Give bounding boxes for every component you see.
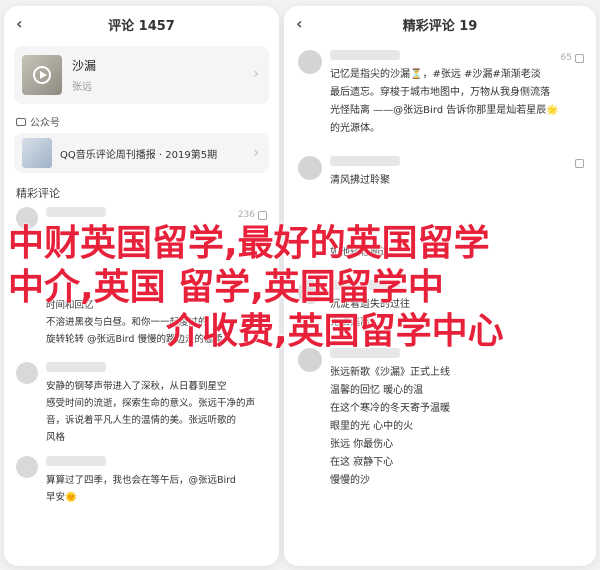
username-blurred xyxy=(330,348,400,358)
article-thumbnail xyxy=(22,138,52,168)
chevron-right-icon: › xyxy=(253,66,259,82)
comment-item: 沉淀着遗失的过往 无法逃离 xyxy=(284,280,596,332)
thumbs-up-icon xyxy=(575,53,584,63)
article-card[interactable]: QQ音乐评论周刊播报 · 2019第5期 › xyxy=(14,133,269,173)
nav-title: 精彩评论 19 xyxy=(402,18,478,34)
username-blurred xyxy=(46,456,106,466)
comment-item: 65 记忆是指尖的沙漏⏳，#张远 #沙漏#渐渐老淡 最后遗忘。穿梭于城市地图中，… xyxy=(284,50,596,138)
username-blurred xyxy=(46,362,106,372)
comment-text: 安静的钢琴声带进入了深秋，从日暮到星空 感受时间的流逝，探索生命的意义。张远干净… xyxy=(46,381,256,443)
comment-text: 张远新歌《沙漏》正式上线 温馨的回忆 暖心的温 在这个寒冷的冬天寄予温暖 眼里的… xyxy=(330,367,450,486)
chevron-right-icon: › xyxy=(253,145,259,161)
comment-text: 记忆是指尖的沙漏⏳，#张远 #沙漏#渐渐老淡 最后遗忘。穿梭于城市地图中，万物从… xyxy=(330,69,559,134)
back-icon[interactable]: ‹ xyxy=(16,15,30,33)
like-button[interactable] xyxy=(572,159,584,168)
comment-item: 清风拂过聆聚 如他轻轻刷过 xyxy=(284,156,596,262)
avatar[interactable] xyxy=(16,207,38,229)
username-blurred xyxy=(330,50,400,60)
avatar[interactable] xyxy=(16,456,38,478)
account-icon xyxy=(16,117,26,126)
avatar[interactable] xyxy=(16,362,38,384)
right-phone-screen: ‹ 精彩评论 19 65 记忆是指尖的沙漏⏳，#张远 #沙漏#渐渐老淡 最后遗忘… xyxy=(284,6,596,566)
nav-bar: ‹ 评论 1457 xyxy=(4,6,279,42)
comment-text: 算算过了四季，我也会在等午后，@张远Bird 早安🌞 xyxy=(46,475,236,503)
comment-item: 时间和回忆 不溶进黑夜与白昼。和你一一起度过的 旋转轮转 @张远Bird 慢慢的… xyxy=(4,297,279,348)
comment-item: 安静的钢琴声带进入了深秋，从日暮到星空 感受时间的流逝，探索生命的意义。张远干净… xyxy=(4,362,279,446)
article-title: QQ音乐评论周刊播报 · 2019第5期 xyxy=(60,149,218,161)
comment-text: 清风拂过聆聚 如他轻轻刷过 xyxy=(330,175,390,258)
left-phone-screen: ‹ 评论 1457 沙漏 张远 › 公众号 QQ音乐评论周刊播报 · 2019第… xyxy=(4,6,279,566)
avatar[interactable] xyxy=(298,50,322,74)
song-title: 沙漏 xyxy=(72,59,97,73)
song-card[interactable]: 沙漏 张远 › xyxy=(14,46,269,104)
like-button[interactable]: 236 xyxy=(238,210,267,220)
nav-bar: ‹ 精彩评论 19 xyxy=(284,6,596,42)
back-icon[interactable]: ‹ xyxy=(296,15,310,33)
official-account-label: 公众号 xyxy=(16,114,267,129)
username-blurred xyxy=(46,207,106,217)
comment-text: 时间和回忆 不溶进黑夜与白昼。和你一一起度过的 旋转轮转 @张远Bird 慢慢的… xyxy=(46,300,233,345)
avatar[interactable] xyxy=(298,280,322,304)
thumbs-up-icon xyxy=(575,159,584,168)
username-blurred xyxy=(330,280,400,290)
avatar[interactable] xyxy=(298,348,322,372)
nav-title: 评论 1457 xyxy=(108,18,175,34)
comment-text: 沉淀着遗失的过往 无法逃离 xyxy=(330,299,410,328)
like-button[interactable]: 65 xyxy=(561,53,584,63)
avatar[interactable] xyxy=(298,156,322,180)
comment-item: 算算过了四季，我也会在等午后，@张远Bird 早安🌞 xyxy=(4,456,279,506)
comment-item: 张远新歌《沙漏》正式上线 温馨的回忆 暖心的温 在这个寒冷的冬天寄予温暖 眼里的… xyxy=(284,348,596,490)
album-cover xyxy=(22,55,62,95)
username-blurred xyxy=(330,156,400,166)
thumbs-up-icon xyxy=(258,210,267,220)
song-artist: 张远 xyxy=(72,82,92,93)
comments-heading: 精彩评论 xyxy=(16,187,60,200)
play-icon[interactable] xyxy=(33,66,51,84)
